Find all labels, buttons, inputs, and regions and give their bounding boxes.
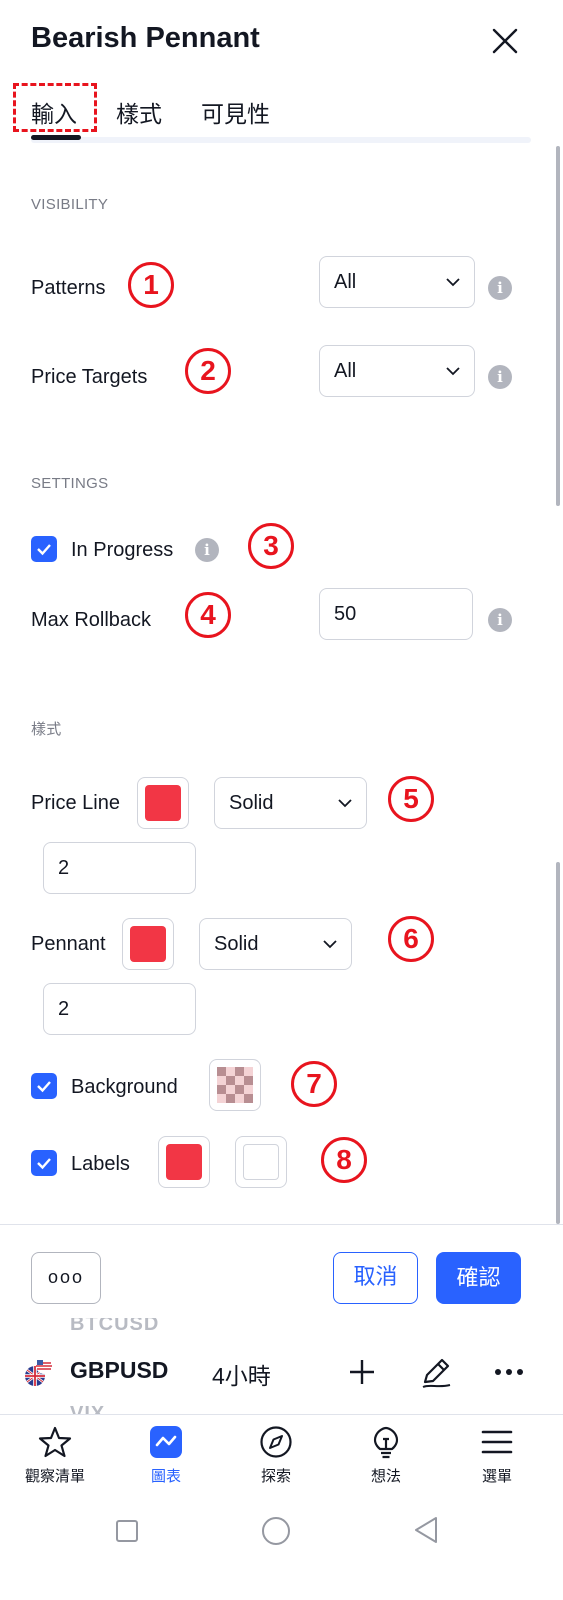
- symbol-name[interactable]: GBPUSD: [70, 1357, 168, 1384]
- price-line-style-value: Solid: [229, 791, 274, 814]
- star-icon: [38, 1426, 72, 1458]
- section-heading-style: 樣式: [31, 721, 62, 738]
- footer-divider: [0, 1224, 563, 1225]
- nav-label: 探索: [260, 1468, 291, 1485]
- nav-label: 觀察清單: [24, 1468, 85, 1485]
- nav-ideas[interactable]: 想法: [341, 1425, 431, 1486]
- annotation-badge: 8: [321, 1137, 367, 1183]
- price-targets-select-value: All: [334, 359, 357, 382]
- annotation-highlight-box: [13, 83, 97, 132]
- interval-button[interactable]: 4小時: [212, 1357, 271, 1391]
- checkmark-icon: [37, 1158, 51, 1170]
- cancel-button[interactable]: 取消: [333, 1252, 418, 1304]
- color-swatch: [243, 1144, 279, 1180]
- dialog-title: Bearish Pennant: [31, 22, 260, 54]
- bottom-nav-divider: [0, 1414, 563, 1415]
- price-line-width-input[interactable]: 2: [43, 842, 196, 894]
- gbpusd-flag-icon: [25, 1358, 52, 1386]
- max-rollback-input[interactable]: 50: [319, 588, 473, 640]
- annotation-badge: 2: [185, 348, 231, 394]
- patterns-select-value: All: [334, 270, 357, 293]
- section-heading-settings: SETTINGS: [31, 475, 109, 492]
- labels-checkbox[interactable]: [31, 1150, 57, 1176]
- nav-menu[interactable]: 選單: [452, 1425, 542, 1486]
- patterns-label: Patterns: [31, 277, 106, 299]
- info-icon[interactable]: i: [488, 608, 512, 632]
- annotation-badge: 4: [185, 592, 231, 638]
- labels-text-color-button[interactable]: [235, 1136, 287, 1188]
- chart-icon: [150, 1426, 182, 1458]
- next-symbol-ghost: VIX: [70, 1398, 105, 1414]
- pennant-color-button[interactable]: [122, 918, 174, 970]
- price-line-label: Price Line: [31, 792, 120, 814]
- section-heading-visibility: VISIBILITY: [31, 196, 109, 213]
- plus-icon[interactable]: [348, 1358, 376, 1386]
- nav-watchlist[interactable]: 觀察清單: [10, 1425, 100, 1486]
- nav-label: 圖表: [150, 1468, 181, 1485]
- more-options-button[interactable]: ooo: [31, 1252, 101, 1304]
- nav-label: 想法: [370, 1468, 401, 1485]
- home-icon[interactable]: [260, 1515, 292, 1547]
- tab-style[interactable]: 樣式: [116, 95, 162, 129]
- annotation-badge: 6: [388, 916, 434, 962]
- prev-symbol-ghost: BTCUSD: [70, 1318, 159, 1338]
- tab-visibility[interactable]: 可見性: [201, 95, 270, 129]
- more-dots-icon[interactable]: [494, 1362, 524, 1382]
- transparent-checker-swatch: [217, 1067, 253, 1103]
- scrollbar-thumb-lower[interactable]: [556, 862, 560, 1224]
- color-swatch: [145, 785, 181, 821]
- pennant-style-select[interactable]: Solid: [199, 918, 352, 970]
- checkmark-icon: [37, 544, 51, 556]
- annotation-badge: 7: [291, 1061, 337, 1107]
- price-line-color-button[interactable]: [137, 777, 189, 829]
- annotation-badge: 3: [248, 523, 294, 569]
- max-rollback-label: Max Rollback: [31, 609, 152, 631]
- nav-label: 選單: [481, 1468, 512, 1485]
- in-progress-label: In Progress: [71, 539, 174, 561]
- annotation-badge: 1: [128, 262, 174, 308]
- chevron-down-icon: [338, 799, 352, 808]
- lightbulb-icon: [373, 1426, 399, 1459]
- pennant-label: Pennant: [31, 933, 106, 955]
- patterns-select[interactable]: All: [319, 256, 475, 308]
- next-symbol-text: VIX: [70, 1403, 106, 1414]
- info-icon[interactable]: i: [195, 538, 219, 562]
- background-color-button[interactable]: [209, 1059, 261, 1111]
- annotation-badge: 5: [388, 776, 434, 822]
- price-targets-select[interactable]: All: [319, 345, 475, 397]
- drawing-pen-icon[interactable]: [418, 1354, 454, 1390]
- tab-track: [31, 137, 531, 143]
- info-icon[interactable]: i: [488, 365, 512, 389]
- chevron-down-icon: [446, 367, 460, 376]
- checkmark-icon: [37, 1081, 51, 1093]
- menu-icon: [481, 1430, 513, 1454]
- close-icon[interactable]: [491, 27, 519, 55]
- ok-button[interactable]: 確認: [436, 1252, 521, 1304]
- color-swatch: [166, 1144, 202, 1180]
- tab-active-indicator: [31, 135, 81, 140]
- back-icon[interactable]: [412, 1515, 440, 1545]
- price-line-style-select[interactable]: Solid: [214, 777, 367, 829]
- pennant-width-input[interactable]: 2: [43, 983, 196, 1035]
- labels-label: Labels: [71, 1153, 130, 1175]
- background-checkbox[interactable]: [31, 1073, 57, 1099]
- chevron-down-icon: [446, 278, 460, 287]
- color-swatch: [130, 926, 166, 962]
- chevron-down-icon: [323, 940, 337, 949]
- scrollbar-thumb[interactable]: [556, 146, 560, 506]
- nav-explore[interactable]: 探索: [231, 1425, 321, 1486]
- pennant-style-value: Solid: [214, 932, 259, 955]
- labels-color-button[interactable]: [158, 1136, 210, 1188]
- background-label: Background: [71, 1076, 178, 1098]
- nav-chart[interactable]: 圖表: [121, 1425, 211, 1486]
- prev-symbol-text: BTCUSD: [70, 1318, 160, 1335]
- price-targets-label: Price Targets: [31, 366, 148, 388]
- info-icon[interactable]: i: [488, 276, 512, 300]
- in-progress-checkbox[interactable]: [31, 536, 57, 562]
- compass-icon: [260, 1426, 292, 1458]
- recents-icon[interactable]: [114, 1518, 140, 1544]
